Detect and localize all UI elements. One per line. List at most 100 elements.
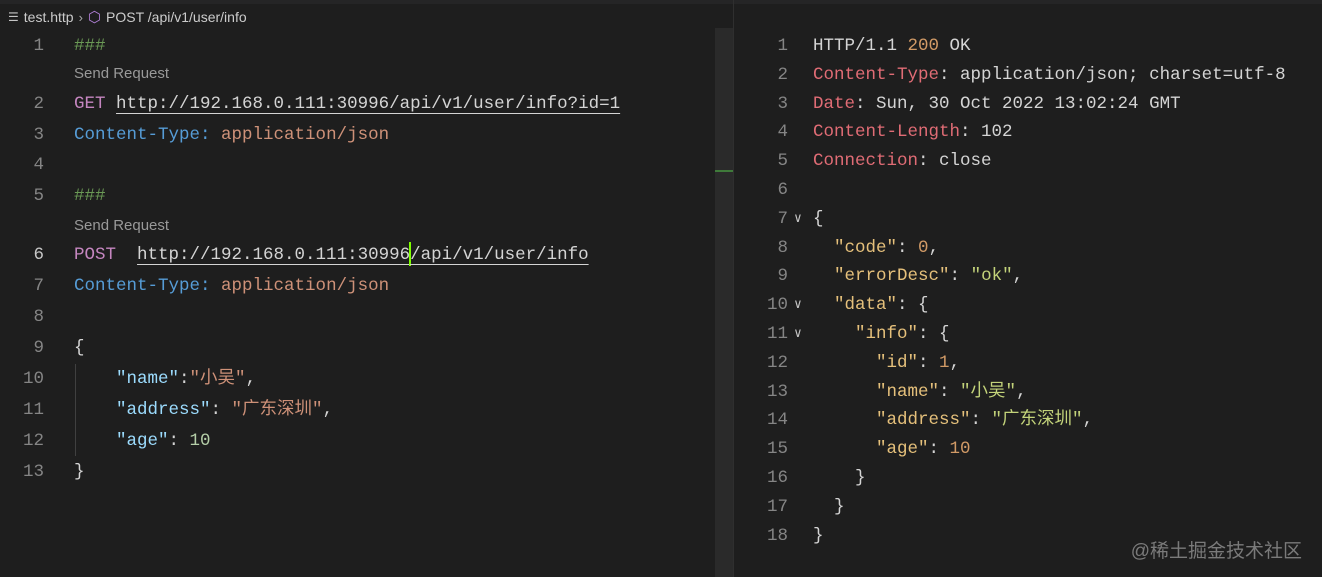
token: 1 [939, 352, 950, 373]
line-number: 7 [33, 276, 44, 296]
token: Content-Type [813, 64, 940, 85]
line-number: 4 [33, 155, 44, 175]
token: : Sun, 30 Oct 2022 13:02:24 GMT [855, 93, 1181, 114]
code-text: } [813, 492, 845, 522]
token: : [897, 237, 919, 258]
line-number: 10 [22, 369, 44, 389]
send-request-link[interactable]: Send Request [74, 211, 169, 241]
code-text: "code": 0, [813, 233, 939, 263]
code-text: POST http://192.168.0.111:30996/api/v1/u… [74, 240, 589, 270]
code-text: ### [74, 31, 106, 61]
code-text: "age": 10 [74, 426, 211, 456]
code-text: Content-Type: application/json [74, 271, 389, 301]
line-number: 10 [766, 295, 788, 316]
token: : [179, 369, 190, 389]
line-number: 3 [33, 125, 44, 145]
line-number: 17 [766, 496, 788, 517]
line-number: 9 [33, 338, 44, 358]
token: : { [897, 295, 929, 316]
token: Content-Type: [74, 125, 211, 145]
line-number: 1 [777, 36, 788, 56]
url-link[interactable]: /api/v1/user/info [410, 245, 589, 265]
code-text: } [813, 463, 866, 493]
token: : [949, 266, 971, 287]
response-viewer[interactable]: 1 HTTP/1.1 200 OK 2 Content-Type: applicati… [734, 0, 1322, 577]
line-number: 9 [777, 266, 788, 287]
token: ### [74, 186, 106, 206]
token: "code" [834, 237, 898, 258]
token: 200 [907, 36, 940, 56]
token: "address" [116, 400, 211, 420]
token: "age" [876, 439, 929, 460]
fold-chevron-icon[interactable]: ∨ [794, 204, 802, 234]
token: } [813, 468, 866, 488]
line-number: 8 [33, 307, 44, 327]
token: , [1012, 266, 1024, 287]
line-number: 13 [766, 381, 788, 402]
fold-chevron-icon[interactable]: ∨ [794, 290, 802, 320]
line-number: 6 [33, 245, 44, 265]
line-number: 3 [777, 93, 788, 114]
token: "name" [116, 369, 180, 389]
token: OK [939, 36, 971, 56]
line-number: 11 [22, 400, 44, 420]
code-text: GET http://192.168.0.111:30996/api/v1/us… [74, 89, 620, 119]
send-request-link[interactable]: Send Request [74, 59, 169, 89]
token: : application/json; charset=utf-8 [939, 64, 1286, 85]
token: Content-Type: [74, 276, 211, 296]
line-number: 5 [33, 186, 44, 206]
code-text: HTTP/1.1 200 OK [813, 31, 971, 61]
token: HTTP/1.1 [813, 36, 908, 56]
code-text: } [813, 521, 824, 551]
code-text: Date: Sun, 30 Oct 2022 13:02:24 GMT [813, 89, 1181, 119]
token: "age" [116, 431, 169, 451]
token: "ok" [970, 266, 1013, 287]
url-link[interactable]: http://192.168.0.111:30996/api/v1/user/i… [116, 94, 620, 114]
url-link[interactable]: http://192.168.0.111:30996 [137, 245, 410, 265]
scrollbar-change-marker [715, 170, 733, 172]
line-number: 6 [777, 180, 788, 200]
token: } [74, 462, 85, 482]
line-number: 16 [766, 468, 788, 488]
code-text: "data": { [813, 290, 929, 320]
code-text: "address": "广东深圳", [74, 395, 333, 425]
editor-scrollbar[interactable] [715, 28, 733, 577]
code-text: "name":"小吴", [74, 364, 256, 394]
token: "errorDesc" [834, 266, 950, 287]
token: , [322, 400, 334, 420]
fold-chevron-icon[interactable]: ∨ [794, 319, 802, 349]
line-number: 2 [777, 64, 788, 85]
token: { [813, 208, 824, 229]
line-number: 12 [22, 431, 44, 451]
token: 10 [949, 439, 971, 460]
token: : [210, 400, 232, 420]
code-text: } [74, 457, 85, 487]
token: : [939, 381, 961, 402]
line-number: 2 [33, 94, 44, 114]
token: : [970, 410, 992, 431]
code-text: "age": 10 [813, 434, 971, 464]
code-text: Connection: close [813, 146, 992, 176]
token: : [168, 431, 190, 451]
token: POST [74, 245, 117, 265]
token: , [928, 237, 940, 258]
line-number: 15 [766, 439, 788, 460]
token: Connection [813, 151, 919, 172]
token: "address" [876, 410, 971, 431]
token: { [74, 338, 85, 358]
line-number: 7 [777, 208, 788, 229]
token: 10 [189, 431, 211, 451]
code-text: "id": 1, [813, 348, 960, 378]
token: "info" [855, 324, 919, 344]
request-editor[interactable]: 1 ### Send Request 2 GET http://192.168.0.11… [0, 0, 715, 577]
code-text: { [74, 333, 85, 363]
